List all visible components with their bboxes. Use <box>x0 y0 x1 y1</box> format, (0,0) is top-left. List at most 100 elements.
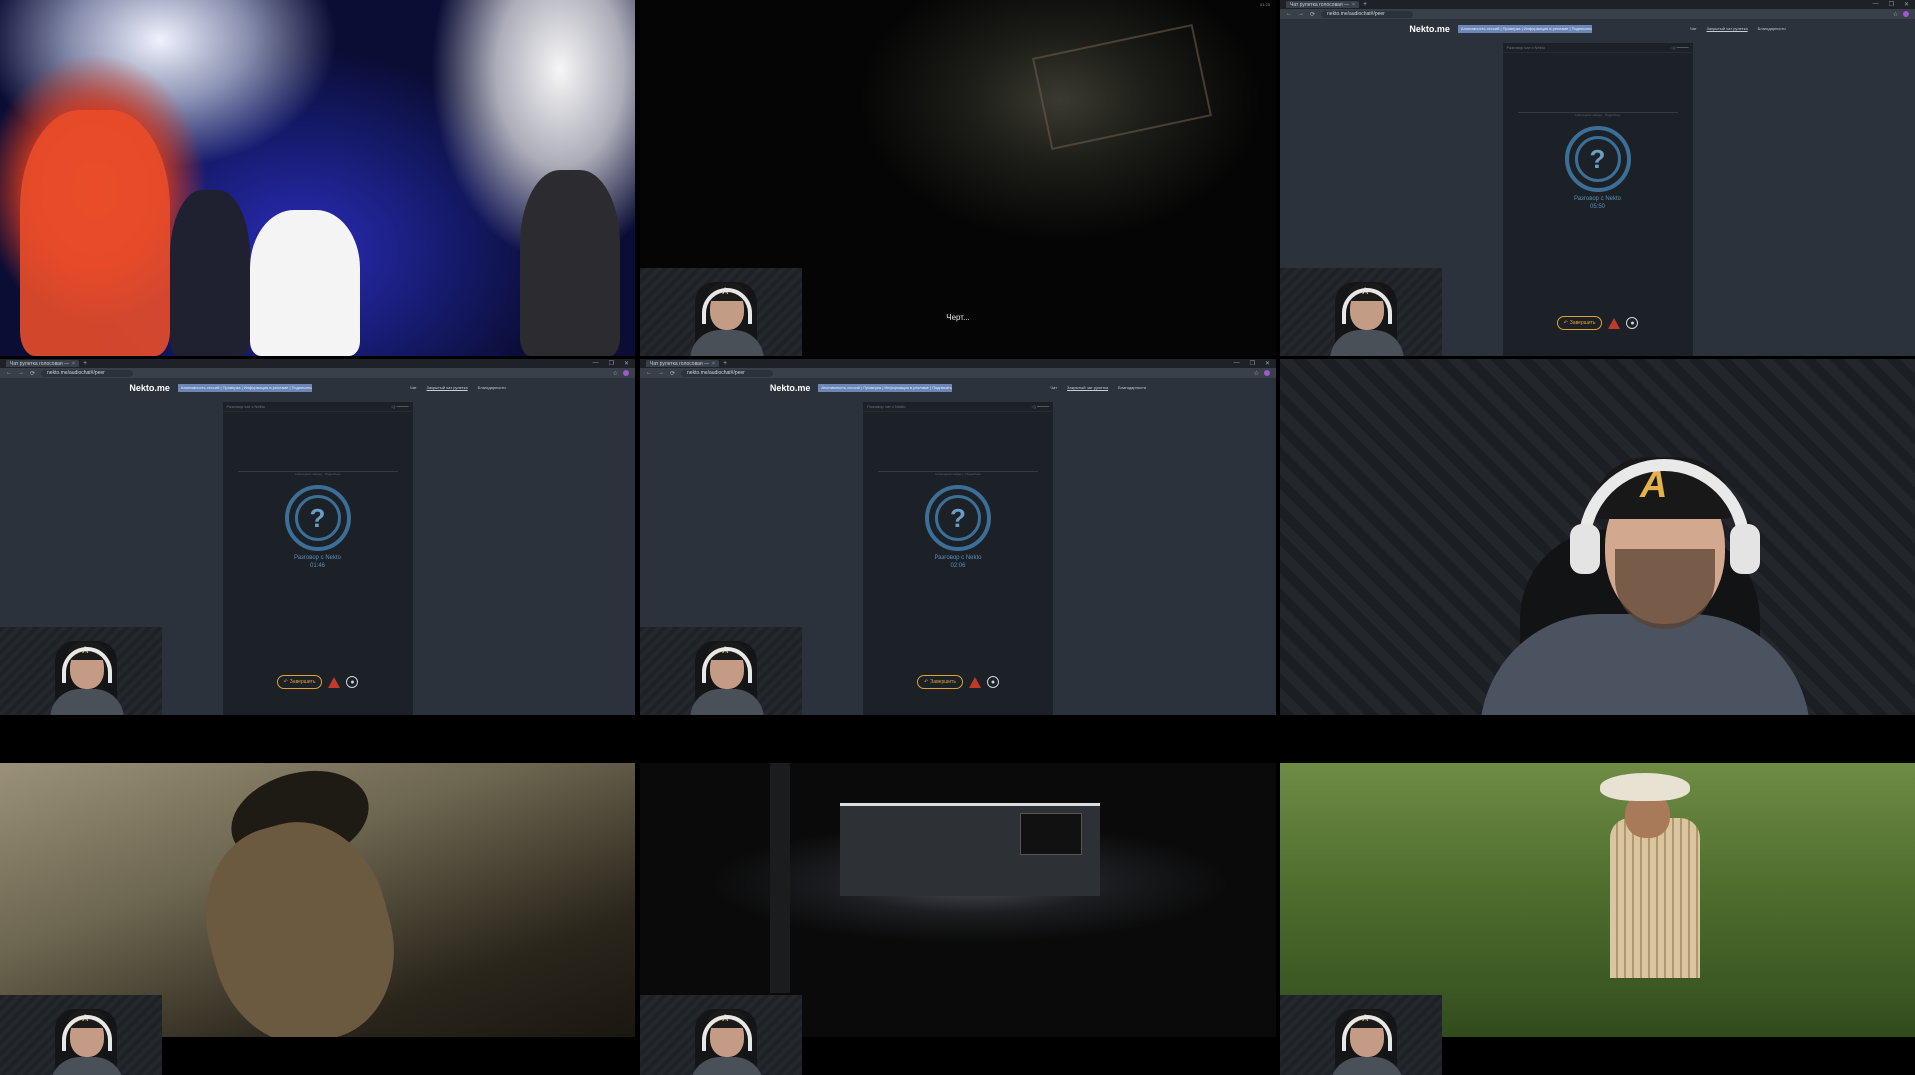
man-face <box>184 803 416 1063</box>
headset-ear-right <box>1730 524 1760 574</box>
new-tab-button[interactable]: + <box>723 360 727 367</box>
webcam-overlay: A <box>1280 995 1442 1075</box>
call-timer: 02:06 <box>950 563 966 569</box>
reload-icon[interactable]: ⟳ <box>670 370 675 377</box>
dancer-right <box>520 170 620 356</box>
webcam-overlay: A <box>640 268 802 356</box>
nav-thanks[interactable]: Благодарности <box>478 385 506 390</box>
video-tile-film-man: A <box>0 763 635 1075</box>
mic-icon[interactable]: ● <box>346 676 359 688</box>
hangup-icon: ↶ <box>1563 320 1568 326</box>
notice-banner[interactable]: Анонимность сессий | Проверка | Информац… <box>818 383 953 392</box>
new-tab-button[interactable]: + <box>83 360 87 367</box>
extension-icon[interactable] <box>1264 369 1270 376</box>
avatar-unknown: ? <box>925 485 991 551</box>
call-timer: 01:46 <box>309 563 325 569</box>
video-tile-night: 01:25 Черт... A <box>640 0 1276 356</box>
close-window-button[interactable]: ✕ <box>624 360 629 367</box>
webcam-overlay: A <box>1280 268 1442 356</box>
minimize-button[interactable]: — <box>593 360 599 367</box>
volume-slider[interactable]: ◁) ━━━━━ <box>1031 404 1049 409</box>
conversation-label: Разговор с Nekto <box>1573 196 1622 202</box>
forward-icon[interactable]: → <box>658 370 664 376</box>
hangup-icon: ↶ <box>283 679 288 685</box>
new-tab-button[interactable]: + <box>1363 1 1367 8</box>
nav-chat[interactable]: Чат <box>410 385 417 390</box>
nav-thanks[interactable]: Благодарности <box>1118 385 1146 390</box>
nav-chat[interactable]: Чат <box>1690 26 1697 31</box>
avatar-unknown: ? <box>1564 126 1631 192</box>
notice-banner[interactable]: Анонимность сессий | Проверка | Информац… <box>1457 24 1592 33</box>
cowboy-hat <box>1600 773 1690 801</box>
forward-icon[interactable]: → <box>18 370 24 376</box>
panel-title: Разговор чат с Nekto <box>1506 45 1546 50</box>
close-window-button[interactable]: ✕ <box>1904 1 1909 8</box>
video-tile-browser-left: Чат рулетка голосовая — × + — ❐ ✕ ← → ⟳ nek… <box>0 359 635 715</box>
report-warning-icon[interactable] <box>328 676 341 688</box>
mic-icon[interactable]: ● <box>986 676 999 688</box>
site-logo[interactable]: Nekto.me <box>770 383 811 393</box>
back-icon[interactable]: ← <box>1286 11 1292 17</box>
tab-strip: Чат рулетка голосовая — × + — ❐ ✕ <box>1280 0 1915 9</box>
bookmark-icon[interactable]: ☆ <box>1893 11 1898 18</box>
url-field[interactable]: nekto.me/audiochat#/peer <box>1321 10 1414 18</box>
reload-icon[interactable]: ⟳ <box>1310 11 1315 18</box>
end-call-button[interactable]: ↶ Завершить <box>917 675 963 689</box>
volume-slider[interactable]: ◁) ━━━━━ <box>1671 45 1689 50</box>
question-icon: ? <box>935 495 981 541</box>
browser-tab[interactable]: Чат рулетка голосовая — × <box>1286 1 1359 8</box>
nav-closed-chat[interactable]: Закрытый чат рулетка <box>1067 385 1108 390</box>
nav-chat[interactable]: Чат <box>1050 385 1057 390</box>
maximize-button[interactable]: ❐ <box>609 360 614 367</box>
tab-close-icon[interactable]: × <box>1352 2 1355 8</box>
tab-close-icon[interactable]: × <box>712 361 715 367</box>
status-separator: Собеседник найден · Подробнее <box>1517 112 1678 117</box>
site-logo[interactable]: Nekto.me <box>1409 24 1450 34</box>
address-bar: ← → ⟳ nekto.me/audiochat#/peer ☆ <box>0 368 635 378</box>
nav-closed-chat[interactable]: Закрытый чат рулетка <box>1707 26 1748 31</box>
mic-icon[interactable]: ● <box>1626 317 1639 329</box>
video-tile-webcam-large: A <box>1280 359 1915 715</box>
site-logo[interactable]: Nekto.me <box>129 383 170 393</box>
tab-close-icon[interactable]: × <box>72 361 75 367</box>
back-icon[interactable]: ← <box>646 370 652 376</box>
panel-title: Разговор чат с Nekto <box>867 404 906 409</box>
back-icon[interactable]: ← <box>6 370 12 376</box>
conversation-label: Разговор с Nekto <box>293 555 342 561</box>
volume-slider[interactable]: ◁) ━━━━━ <box>391 404 409 409</box>
tab-strip: Чат рулетка голосовая — × + — ❐ ✕ <box>0 359 635 368</box>
pillar <box>770 763 790 993</box>
extension-icon[interactable] <box>1903 10 1909 17</box>
dancer-orange <box>20 110 170 356</box>
maximize-button[interactable]: ❐ <box>1250 360 1255 367</box>
browser-tab[interactable]: Чат рулетка голосовая — × <box>6 360 79 367</box>
conversation-label: Разговор с Nekto <box>934 555 982 561</box>
nav-thanks[interactable]: Благодарности <box>1758 26 1786 31</box>
bookmark-icon[interactable]: ☆ <box>613 370 618 377</box>
panel-title: Разговор чат с Nekto <box>226 404 266 409</box>
question-icon: ? <box>1574 136 1621 182</box>
video-tile-browser-center: Чат рулетка голосовая — × + — ❐ ✕ ← → ⟳ nek… <box>640 359 1276 715</box>
forward-icon[interactable]: → <box>1298 11 1304 17</box>
reload-icon[interactable]: ⟳ <box>30 370 35 377</box>
call-timer: 05:50 <box>1589 204 1605 210</box>
bookmark-icon[interactable]: ☆ <box>1254 370 1259 377</box>
extension-icon[interactable] <box>623 369 629 376</box>
chat-panel: Разговор чат с Nekto ◁) ━━━━━ Собеседник … <box>863 402 1053 715</box>
end-call-button[interactable]: ↶ Завершить <box>276 675 323 689</box>
minimize-button[interactable]: — <box>1873 1 1879 8</box>
url-field[interactable]: nekto.me/audiochat#/peer <box>41 369 134 377</box>
browser-tab[interactable]: Чат рулетка голосовая — × <box>646 360 719 367</box>
nav-closed-chat[interactable]: Закрытый чат рулетка <box>427 385 468 390</box>
chat-panel: Разговор чат с Nekto ◁) ━━━━━ Собеседник … <box>222 402 413 715</box>
webcam-overlay: A <box>0 627 162 715</box>
report-warning-icon[interactable] <box>968 676 981 688</box>
webcam-overlay: A <box>640 995 802 1075</box>
close-window-button[interactable]: ✕ <box>1265 360 1270 367</box>
minimize-button[interactable]: — <box>1234 360 1240 367</box>
maximize-button[interactable]: ❐ <box>1889 1 1894 8</box>
url-field[interactable]: nekto.me/audiochat#/peer <box>681 369 774 377</box>
report-warning-icon[interactable] <box>1608 317 1621 329</box>
notice-banner[interactable]: Анонимность сессий | Проверка | Информац… <box>177 383 312 392</box>
end-call-button[interactable]: ↶ Завершить <box>1556 316 1603 330</box>
